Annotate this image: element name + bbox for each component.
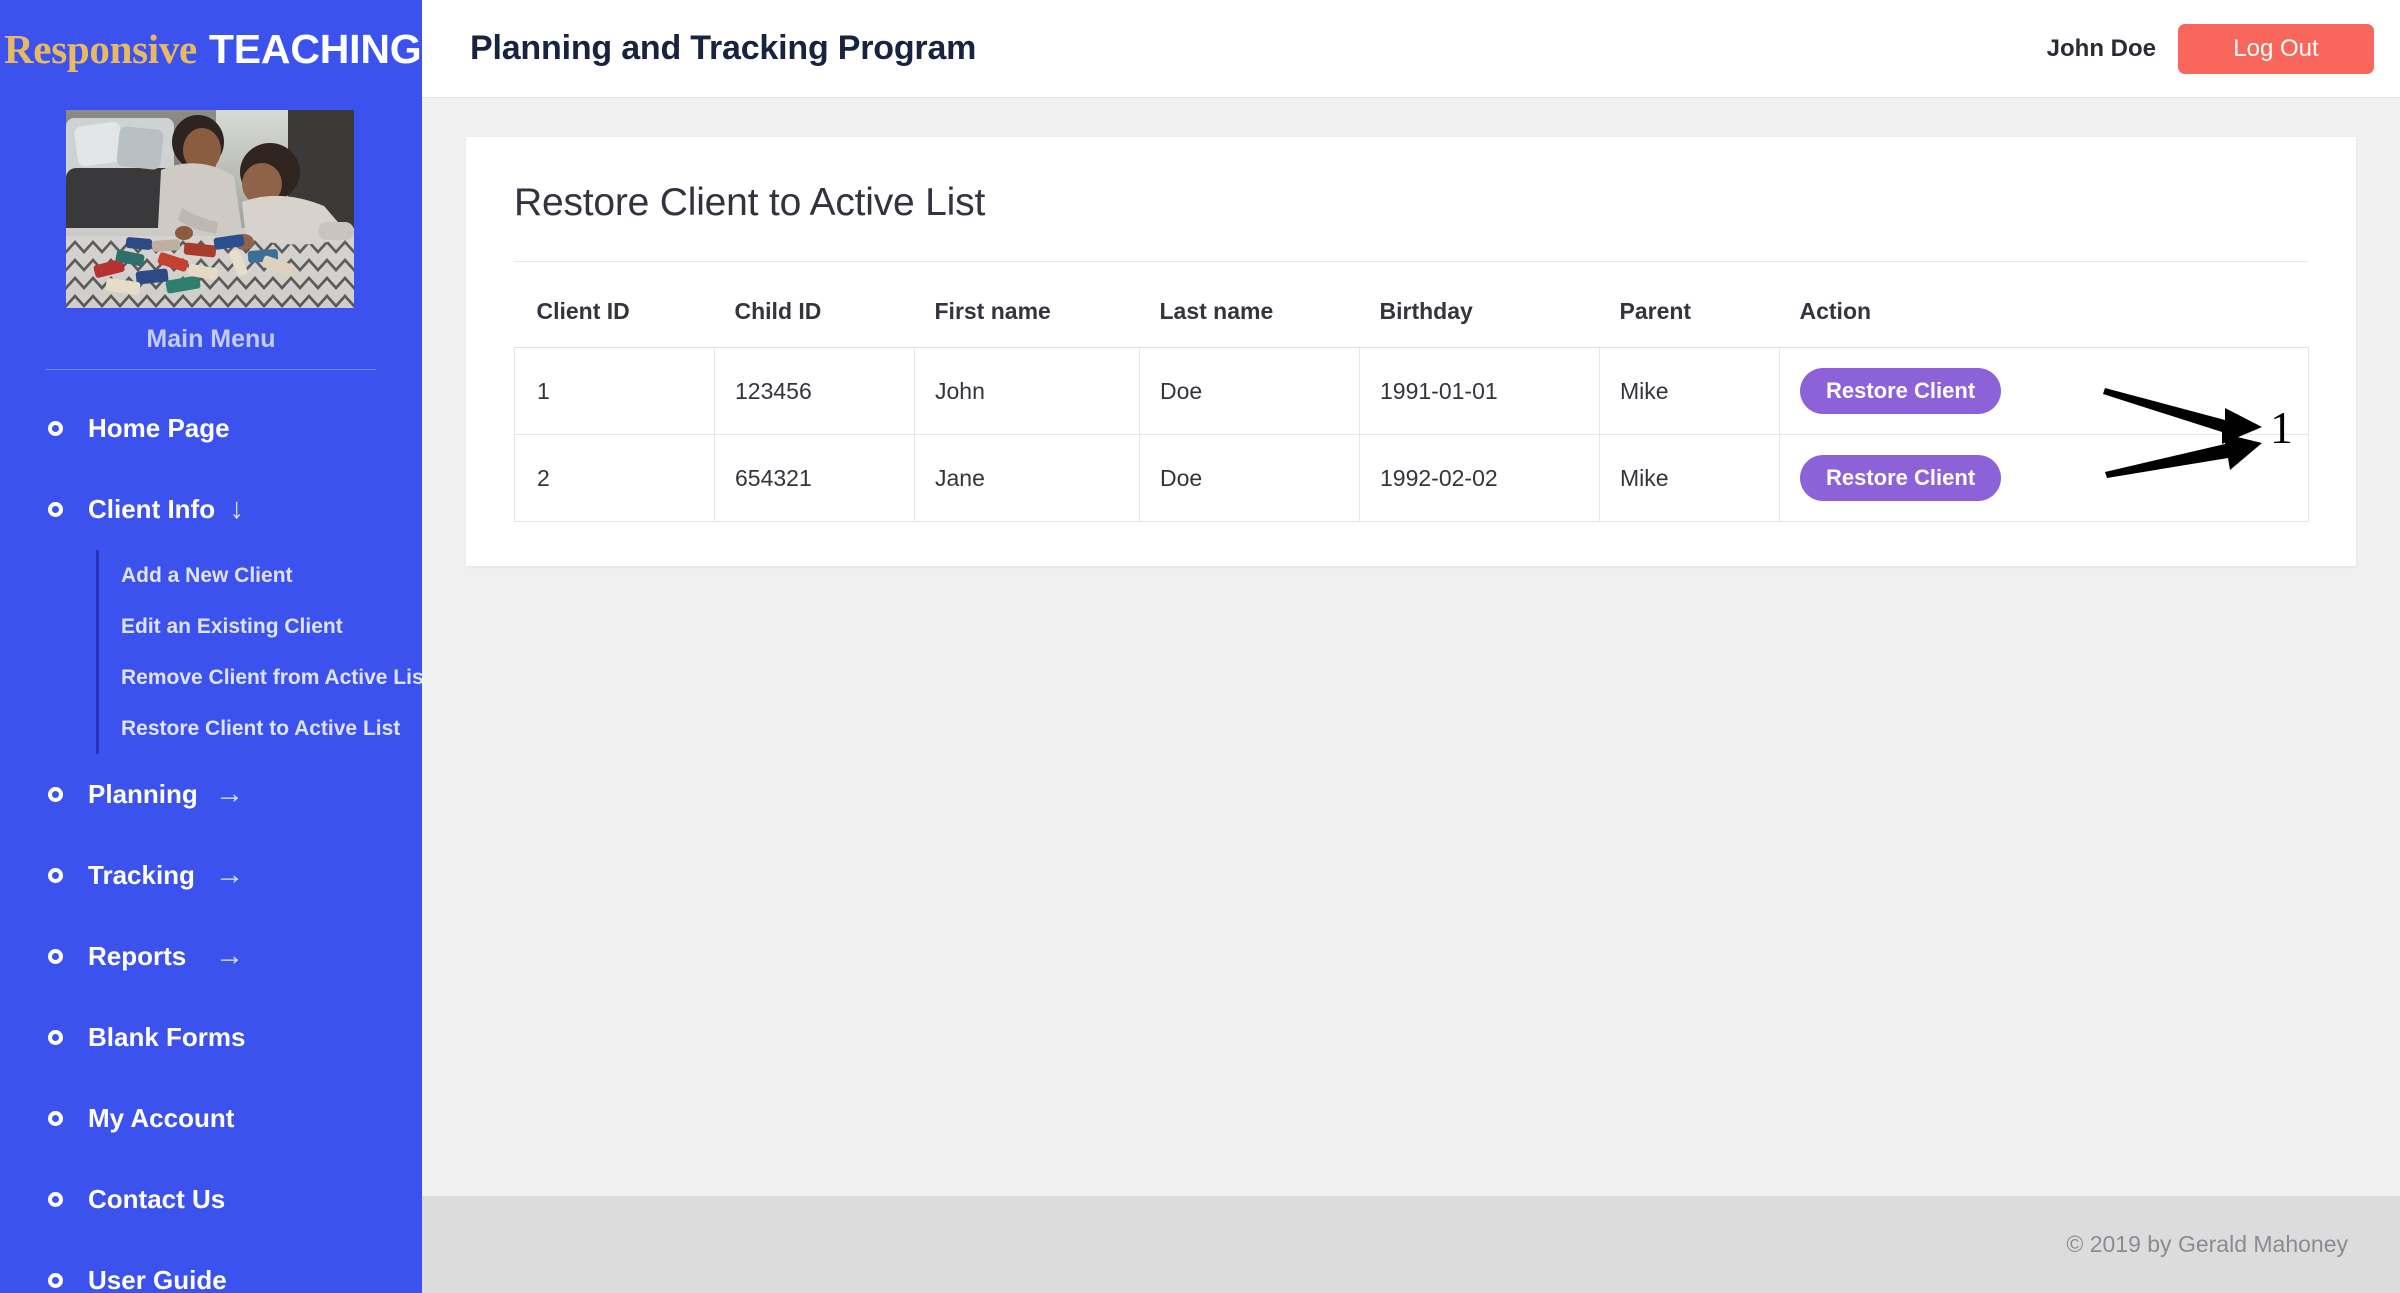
brand-word-responsive: Responsive bbox=[4, 26, 197, 72]
sidebar-item-user-guide[interactable]: User Guide bbox=[0, 1240, 422, 1293]
table-header: Client ID Child ID First name Last name … bbox=[514, 284, 2309, 348]
sidebar-item-label: Reports bbox=[88, 941, 187, 971]
circle-bullet-icon bbox=[44, 1026, 66, 1049]
sidebar-item-label: Home Page bbox=[88, 413, 230, 443]
sidebar-subitem-label: Restore Client to Active List bbox=[121, 716, 401, 740]
sidebar-item-client-info[interactable]: Client Info ↓ bbox=[0, 469, 422, 550]
circle-bullet-icon bbox=[44, 864, 66, 887]
circle-bullet-icon bbox=[44, 498, 66, 521]
top-bar: Planning and Tracking Program John Doe L… bbox=[422, 0, 2400, 98]
app-root: Responsive TEACHING Main Menu Home Page … bbox=[0, 0, 2400, 1293]
card-title: Restore Client to Active List bbox=[514, 181, 2308, 262]
sidebar-item-planning[interactable]: Planning → bbox=[0, 754, 422, 835]
sidebar-item-label: Client Info bbox=[88, 494, 216, 524]
sidebar-item-label: Tracking bbox=[88, 860, 195, 890]
column-header-first-name: First name bbox=[914, 284, 1140, 348]
sidebar-subitem-label: Remove Client from Active List bbox=[121, 665, 422, 689]
current-user-name: John Doe bbox=[2046, 34, 2156, 62]
sidebar-item-label: Blank Forms bbox=[88, 1022, 246, 1052]
sidebar-subitem-add-a-new-client[interactable]: Add a New Client bbox=[99, 550, 422, 601]
main-content: Restore Client to Active List Client ID … bbox=[422, 98, 2400, 1196]
cell-last-name: Doe bbox=[1139, 434, 1360, 522]
sidebar-item-label: User Guide bbox=[88, 1265, 227, 1293]
chevron-down-icon: ↓ bbox=[229, 493, 245, 525]
sidebar-menu: Home Page Client Info ↓ Add a New Client… bbox=[0, 388, 422, 1293]
table-body: 1 123456 John Doe 1991-01-01 Mike Restor… bbox=[514, 347, 2309, 522]
cell-client-id: 1 bbox=[514, 347, 715, 435]
cell-child-id: 123456 bbox=[714, 347, 915, 435]
circle-bullet-icon bbox=[44, 1107, 66, 1130]
sidebar-subitem-label: Edit an Existing Client bbox=[121, 614, 343, 638]
sidebar-item-label: My Account bbox=[88, 1103, 235, 1133]
column-header-client-id: Client ID bbox=[514, 284, 715, 348]
brand-logo[interactable]: Responsive TEACHING bbox=[0, 0, 422, 98]
cell-parent: Mike bbox=[1599, 434, 1780, 522]
cell-first-name: Jane bbox=[914, 434, 1140, 522]
circle-bullet-icon bbox=[44, 945, 66, 968]
main-menu-label: Main Menu bbox=[146, 325, 276, 353]
arrow-right-icon: → bbox=[215, 778, 244, 810]
sidebar-item-label: Planning bbox=[88, 779, 198, 809]
sidebar-item-tracking[interactable]: Tracking → bbox=[0, 835, 422, 916]
table-row: 2 654321 Jane Doe 1992-02-02 Mike Restor… bbox=[514, 434, 2309, 522]
arrow-right-icon: → bbox=[215, 940, 244, 972]
circle-bullet-icon bbox=[44, 783, 66, 806]
sidebar-item-reports[interactable]: Reports → bbox=[0, 916, 422, 997]
sidebar-item-label: Contact Us bbox=[88, 1184, 226, 1214]
clients-table: Client ID Child ID First name Last name … bbox=[514, 284, 2309, 522]
parent-child-photo-illustration bbox=[66, 110, 354, 308]
copyright-text: © 2019 by Gerald Mahoney bbox=[2066, 1231, 2348, 1257]
column-header-parent: Parent bbox=[1599, 284, 1780, 348]
restore-client-button[interactable]: Restore Client bbox=[1800, 455, 2002, 501]
cell-child-id: 654321 bbox=[714, 434, 915, 522]
sidebar-item-contact-us[interactable]: Contact Us bbox=[0, 1159, 422, 1240]
sidebar-item-my-account[interactable]: My Account bbox=[0, 1078, 422, 1159]
column-header-last-name: Last name bbox=[1139, 284, 1360, 348]
sidebar-subitem-restore-client-to-active-list[interactable]: Restore Client to Active List bbox=[99, 703, 422, 754]
cell-birthday: 1991-01-01 bbox=[1359, 347, 1600, 435]
circle-bullet-icon bbox=[44, 1269, 66, 1292]
circle-bullet-icon bbox=[44, 1188, 66, 1211]
cell-action: Restore Client bbox=[1779, 347, 2309, 435]
brand-word-teaching: TEACHING bbox=[208, 25, 422, 72]
table-header-row: Client ID Child ID First name Last name … bbox=[514, 284, 2309, 348]
circle-bullet-icon bbox=[44, 417, 66, 440]
sidebar-submenu-client-info: Add a New Client Edit an Existing Client… bbox=[96, 550, 422, 754]
sidebar-photo bbox=[66, 110, 354, 308]
table-row: 1 123456 John Doe 1991-01-01 Mike Restor… bbox=[514, 347, 2309, 435]
column-header-birthday: Birthday bbox=[1359, 284, 1600, 348]
sidebar-subitem-remove-client-from-active-list[interactable]: Remove Client from Active List bbox=[99, 652, 422, 703]
menu-divider bbox=[46, 369, 376, 370]
cell-first-name: John bbox=[914, 347, 1140, 435]
sidebar: Responsive TEACHING Main Menu Home Page … bbox=[0, 0, 422, 1293]
restore-client-button[interactable]: Restore Client bbox=[1800, 368, 2002, 414]
sidebar-subitem-edit-an-existing-client[interactable]: Edit an Existing Client bbox=[99, 601, 422, 652]
top-bar-right: John Doe Log Out bbox=[2046, 23, 2374, 74]
column-header-action: Action bbox=[1779, 284, 2309, 348]
content-card: Restore Client to Active List Client ID … bbox=[466, 137, 2356, 566]
column-header-child-id: Child ID bbox=[714, 284, 915, 348]
sidebar-subitem-label: Add a New Client bbox=[121, 563, 293, 587]
cell-action: Restore Client bbox=[1779, 434, 2309, 522]
sidebar-item-blank-forms[interactable]: Blank Forms bbox=[0, 997, 422, 1078]
sidebar-item-home-page[interactable]: Home Page bbox=[0, 388, 422, 469]
cell-parent: Mike bbox=[1599, 347, 1780, 435]
arrow-right-icon: → bbox=[215, 859, 244, 891]
cell-last-name: Doe bbox=[1139, 347, 1360, 435]
logout-button[interactable]: Log Out bbox=[2178, 23, 2374, 74]
page-footer: © 2019 by Gerald Mahoney bbox=[422, 1196, 2400, 1293]
cell-birthday: 1992-02-02 bbox=[1359, 434, 1600, 522]
cell-client-id: 2 bbox=[514, 434, 715, 522]
page-title: Planning and Tracking Program bbox=[470, 29, 977, 67]
